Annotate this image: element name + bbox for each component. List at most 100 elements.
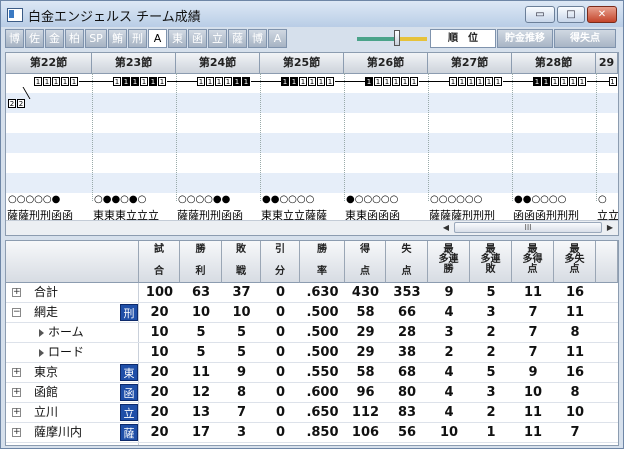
expand-toggle-icon[interactable]: + [12, 368, 21, 377]
game-chip: 1 [290, 77, 298, 86]
team-tab[interactable]: 薩 [228, 29, 247, 48]
team-tab[interactable]: A [148, 29, 167, 48]
table-cell: 100 [145, 285, 174, 300]
expand-toggle-icon[interactable]: + [12, 428, 21, 437]
table-cell: 13 [191, 405, 211, 420]
close-button[interactable]: ✕ [587, 6, 617, 23]
table-cell: 12 [191, 385, 211, 400]
game-chip: 1 [542, 77, 550, 86]
column-header[interactable]: 最多連勝 [428, 241, 470, 283]
table-row[interactable]: + 函館函 20 12 8 0.600 96 80 4 3 10 8 [6, 383, 618, 403]
table-row[interactable]: + 東京 東 20 11 9 0 .550 58 68 4 5 9 16 [6, 363, 618, 383]
column-header-text: 失 [401, 244, 412, 255]
table-cell: 96 [356, 385, 375, 400]
table-cell: 20 [150, 365, 169, 380]
team-tab[interactable]: 柏 [65, 29, 84, 48]
app-icon [7, 8, 23, 22]
team-tab[interactable]: 鮪 [108, 29, 127, 48]
team-tab[interactable]: 函 [188, 29, 207, 48]
team-tab[interactable]: 金 [45, 29, 64, 48]
game-chip: 1 [308, 77, 316, 86]
scroll-left-icon[interactable]: ◀ [440, 222, 452, 234]
rank-chart: 第22節 第23節 第24節 第25節 第26節 第27節 第28節 29 1 1 1 1 1 ○○○○… [5, 52, 619, 236]
rank-button[interactable]: 順 位 [430, 29, 496, 48]
game-chip: 1 [233, 77, 241, 86]
game-chip: 1 [467, 77, 475, 86]
result-marks: ●○○○○○ [346, 194, 399, 205]
team-tab[interactable]: A [268, 29, 287, 48]
table-cell: 11 [523, 285, 543, 300]
game-chip: 1 [578, 77, 586, 86]
table-row[interactable]: + 合計 100 63 37 0 .630 430 353 9 5 11 16 [6, 283, 618, 303]
column-header[interactable]: 最多連敗 [470, 241, 512, 283]
game-chip: 1 [317, 77, 325, 86]
table-cell: 3 [236, 425, 247, 440]
scroll-thumb[interactable]: III [454, 222, 602, 233]
table-row[interactable]: ホーム 10 5 5 0 .500 29 28 3 2 7 8 [6, 323, 618, 343]
team-tab[interactable]: 東 [168, 29, 187, 48]
slider-thumb[interactable] [393, 30, 400, 46]
savings-trend-button[interactable]: 貯金推移 [497, 29, 553, 48]
team-tab[interactable]: 刑 [128, 29, 147, 48]
game-chip: 1 [224, 77, 232, 86]
section-gridline [176, 73, 177, 201]
game-chip: 1 [52, 77, 60, 86]
maximize-button[interactable]: □ [557, 6, 585, 23]
scroll-right-icon[interactable]: ▶ [604, 222, 616, 234]
game-chip: 1 [149, 77, 157, 86]
title-bar[interactable]: 白金エンジェルス チーム成績 ▭ □ ✕ [1, 1, 623, 27]
section-gridline [344, 73, 345, 201]
game-chip: 1 [281, 77, 289, 86]
team-tab[interactable]: 博 [248, 29, 267, 48]
table-cell: 9 [236, 365, 247, 380]
expand-toggle-icon[interactable]: + [12, 408, 21, 417]
table-cell: 0 [275, 425, 286, 440]
section-header-cell: 第27節 [428, 53, 512, 73]
column-header[interactable]: 試合 [139, 241, 180, 283]
team-tab[interactable]: 博 [5, 29, 24, 48]
section-header: 第22節 第23節 第24節 第25節 第26節 第27節 第28節 29 [6, 53, 618, 74]
table-row[interactable]: ロード 10 5 5 0 .500 29 38 2 2 7 11 [6, 343, 618, 363]
team-badge: 薩 [120, 424, 138, 441]
table-cell: 58 [356, 365, 375, 380]
table-cell: 66 [397, 305, 417, 320]
game-chip: 1 [34, 77, 42, 86]
runs-diff-button[interactable]: 得失点 [554, 29, 616, 48]
horizontal-scrollbar[interactable]: ◀ III ▶ [6, 220, 618, 235]
column-header[interactable]: 失点 [386, 241, 428, 283]
table-row[interactable]: + 立川 立 20 13 7 0 .650 112 83 4 2 11 10 [6, 403, 618, 423]
expand-toggle-icon[interactable]: + [12, 288, 21, 297]
expand-toggle-icon[interactable]: + [12, 388, 21, 397]
table-row[interactable]: + 薩摩川内薩 20 17 3 0.850 106 56 10 1 11 7 [6, 423, 618, 443]
window-title: 白金エンジェルス チーム成績 [28, 10, 201, 25]
table-row[interactable]: − 網走 刑 20 10 10 0 .500 58 66 4 3 7 11 [6, 303, 618, 323]
name-header [6, 241, 139, 283]
column-header[interactable]: 最多得点 [512, 241, 554, 283]
team-tab[interactable]: SP [85, 29, 107, 48]
section-gridline [428, 73, 429, 201]
chart-band [6, 153, 618, 173]
column-header[interactable]: 最多失点 [554, 241, 596, 283]
table-cell: 0 [275, 405, 286, 420]
column-header[interactable]: 得点 [345, 241, 386, 283]
chip-connector [335, 81, 365, 82]
game-chip: 1 [299, 77, 307, 86]
expand-toggle-icon[interactable]: − [12, 308, 21, 317]
column-header-text: 敗 [485, 264, 496, 275]
game-chip: 1 [533, 77, 541, 86]
column-header[interactable]: 勝利 [180, 241, 222, 283]
table-cell: 0 [275, 345, 286, 360]
chart-band [6, 133, 618, 153]
column-header[interactable]: 勝率 [300, 241, 345, 283]
column-header[interactable]: 敗戦 [222, 241, 261, 283]
minimize-button[interactable]: ▭ [525, 6, 555, 23]
zoom-slider[interactable] [357, 30, 427, 46]
team-tab[interactable]: 立 [208, 29, 227, 48]
row-name: 函館 [34, 385, 59, 399]
team-tab[interactable]: 佐 [25, 29, 44, 48]
table-cell: 58 [356, 305, 375, 320]
section-header-cell: 第24節 [176, 53, 260, 73]
stats-table: 試合勝利敗戦引分勝率得点失点最多連勝最多連敗最多得点最多失点 + 合計 100 63 3… [5, 240, 619, 446]
team-stats-window: 白金エンジェルス チーム成績 ▭ □ ✕ 博佐金柏 SP 鮪刑 A 東函立薩博 A 順 位… [0, 0, 624, 449]
column-header[interactable]: 引分 [261, 241, 300, 283]
